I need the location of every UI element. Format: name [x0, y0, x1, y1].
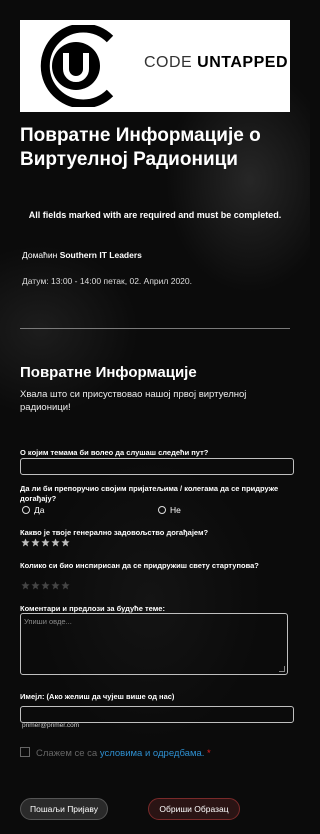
event-host: Домаћин Southern IT Leaders: [22, 250, 142, 260]
reset-button[interactable]: Обриши Образац: [148, 798, 240, 820]
topics-label: О којим темама би волео да слушаш следећ…: [20, 448, 209, 457]
star-icon[interactable]: [21, 538, 30, 547]
form-page: CODE UNTAPPED Повратне Информације о Вир…: [0, 0, 310, 834]
section-description: Хвала што си присуствовао нашој првој ви…: [20, 389, 247, 413]
star-icon[interactable]: [31, 538, 40, 547]
divider: [20, 328, 290, 329]
email-sublabel: primer@primer.com: [22, 722, 80, 729]
star-icon[interactable]: [41, 581, 50, 590]
terms-agreement: Слажем се са условима и одредбама. *: [20, 746, 288, 762]
comments-textarea[interactable]: Упиши овде...: [20, 613, 288, 675]
radio-yes-label: Да: [34, 505, 45, 515]
recommend-label: Да ли би препоручио својим пријатељима /…: [20, 484, 279, 503]
star-icon[interactable]: [61, 581, 70, 590]
code-untapped-logo-mark: [40, 25, 114, 107]
topics-input[interactable]: [20, 458, 294, 475]
submit-button[interactable]: Пошаљи Пријаву: [20, 798, 108, 820]
radio-yes[interactable]: Да: [22, 505, 158, 515]
logo: CODE UNTAPPED: [20, 20, 290, 112]
star-icon[interactable]: [51, 538, 60, 547]
terms-checkbox[interactable]: [20, 747, 30, 757]
resize-grip-icon[interactable]: [279, 666, 285, 672]
section-title: Повратне Информације: [20, 364, 197, 381]
email-input[interactable]: [20, 706, 294, 723]
logo-wordmark: CODE UNTAPPED: [144, 54, 288, 72]
satisfaction-label: Какво је твоје генерално задовољство дог…: [20, 528, 209, 537]
radio-no-circle[interactable]: [158, 506, 166, 514]
terms-text: Слажем се са: [36, 748, 100, 759]
required-note: All fields marked with are required and …: [28, 210, 282, 220]
recommend-radio-group: Да Не: [22, 505, 294, 515]
star-icon[interactable]: [31, 581, 40, 590]
radio-no-label: Не: [170, 505, 181, 515]
satisfaction-rating: [21, 538, 70, 547]
logo-word-code: CODE: [144, 54, 198, 71]
email-label: Имејл: (Ако желиш да чујеш више од нас): [20, 692, 175, 701]
event-date: Датум: 13:00 - 14:00 петак, 02. Април 20…: [22, 276, 192, 286]
star-icon[interactable]: [41, 538, 50, 547]
star-icon[interactable]: [21, 581, 30, 590]
star-icon[interactable]: [51, 581, 60, 590]
required-asterisk: *: [207, 748, 211, 759]
star-icon[interactable]: [61, 538, 70, 547]
radio-no[interactable]: Не: [158, 505, 294, 515]
terms-link[interactable]: условима и одредбама.: [100, 748, 205, 759]
comments-placeholder: Упиши овде...: [24, 617, 72, 626]
inspired-rating: [21, 581, 70, 590]
host-prefix: Домаћин: [22, 250, 60, 260]
host-name: Southern IT Leaders: [59, 250, 142, 260]
radio-yes-circle[interactable]: [22, 506, 30, 514]
page-title: Повратне Информације о Виртуелној Радион…: [20, 125, 261, 170]
logo-word-untapped: UNTAPPED: [197, 54, 288, 71]
inspired-label: Колико си био инспирисан да се придружиш…: [20, 561, 259, 570]
